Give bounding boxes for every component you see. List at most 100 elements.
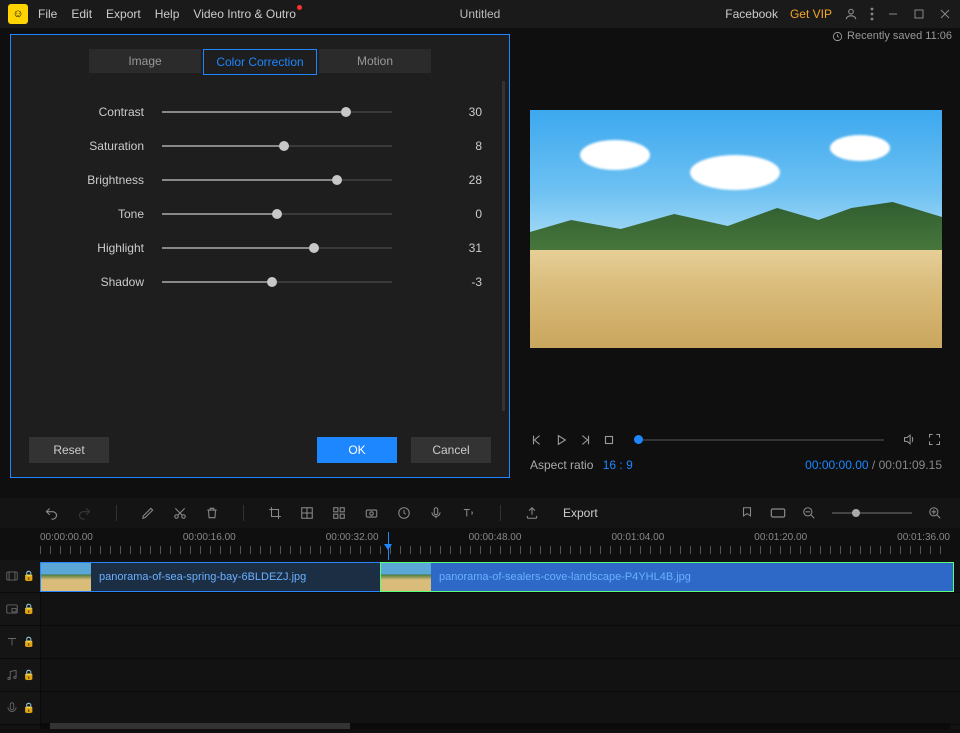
close-button[interactable] — [938, 7, 952, 21]
slider-track[interactable] — [162, 111, 392, 113]
slider-value: 8 — [422, 139, 482, 153]
zoom-slider[interactable] — [832, 512, 912, 514]
cut-icon[interactable] — [173, 506, 187, 520]
crop-icon[interactable] — [268, 506, 282, 520]
stop-button[interactable] — [602, 433, 616, 447]
text-to-speech-icon[interactable] — [461, 506, 476, 520]
ok-button[interactable]: OK — [317, 437, 397, 463]
export-icon[interactable] — [525, 506, 539, 520]
get-vip-link[interactable]: Get VIP — [790, 7, 832, 21]
lock-icon[interactable]: 🔒 — [23, 637, 35, 648]
color-correction-panel: Image Color Correction Motion Contrast 30… — [10, 34, 510, 478]
next-frame-button[interactable] — [578, 433, 592, 447]
clip-1[interactable]: panorama-of-sea-spring-bay-6BLDEZJ.jpg — [40, 562, 382, 592]
zoom-in-icon[interactable] — [928, 506, 942, 520]
slider-label: Contrast — [29, 105, 162, 119]
timeline-ruler[interactable]: 00:00:00.0000:00:16.0000:00:32.0000:00:4… — [40, 532, 950, 556]
menu-export[interactable]: Export — [106, 7, 141, 21]
tab-color-correction[interactable]: Color Correction — [203, 49, 317, 75]
slider-track[interactable] — [162, 281, 392, 283]
cancel-button[interactable]: Cancel — [411, 437, 491, 463]
video-track[interactable]: 🔒 panorama-of-sea-spring-bay-6BLDEZJ.jpg… — [0, 560, 960, 593]
slider-thumb[interactable] — [272, 209, 282, 219]
menu-intro-outro[interactable]: Video Intro & Outro — [193, 7, 296, 21]
clip-2[interactable]: panorama-of-sealers-cove-landscape-P4YHL… — [380, 562, 954, 592]
slider-thumb[interactable] — [309, 243, 319, 253]
clip-thumbnail — [41, 563, 91, 591]
slider-thumb[interactable] — [341, 107, 351, 117]
scrollbar-thumb[interactable] — [50, 723, 350, 729]
menu-file[interactable]: File — [38, 7, 57, 21]
slider-track[interactable] — [162, 213, 392, 215]
timeline-scrollbar[interactable] — [40, 723, 950, 729]
prev-frame-button[interactable] — [530, 433, 544, 447]
fullscreen-icon[interactable] — [927, 432, 942, 447]
top-right-controls: Facebook Get VIP — [725, 7, 952, 21]
audio-track[interactable]: 🔒 — [0, 659, 960, 692]
lock-icon[interactable]: 🔒 — [23, 670, 35, 681]
time-display: 00:00:00.00 / 00:01:09.15 — [805, 458, 942, 472]
marker-icon[interactable] — [740, 506, 754, 520]
camera-icon[interactable] — [364, 506, 379, 520]
voice-track-icon — [5, 701, 19, 715]
account-icon[interactable] — [844, 7, 858, 21]
minimize-button[interactable] — [886, 7, 900, 21]
notification-dot-icon — [297, 5, 302, 10]
slider-thumb[interactable] — [279, 141, 289, 151]
voice-track[interactable]: 🔒 — [0, 692, 960, 725]
fit-icon[interactable] — [770, 507, 786, 519]
reset-button[interactable]: Reset — [29, 437, 109, 463]
tab-image[interactable]: Image — [89, 49, 201, 73]
slider-label: Saturation — [29, 139, 162, 153]
undo-icon[interactable] — [44, 506, 59, 521]
slider-track[interactable] — [162, 145, 392, 147]
slider-track[interactable] — [162, 179, 392, 181]
edit-icon[interactable] — [141, 506, 155, 520]
lock-icon[interactable]: 🔒 — [23, 571, 35, 582]
zoom-thumb[interactable] — [852, 509, 860, 517]
panel-scrollbar[interactable] — [502, 81, 505, 411]
timeline-toolbar: Export — [0, 498, 960, 528]
pip-track[interactable]: 🔒 — [0, 593, 960, 626]
panel-buttons: Reset OK Cancel — [29, 437, 491, 463]
ruler-label: 00:00:32.00 — [326, 532, 379, 543]
slider-brightness: Brightness28 — [29, 173, 491, 187]
zoom-out-icon[interactable] — [802, 506, 816, 520]
cloud-icon — [830, 135, 890, 161]
volume-icon[interactable] — [902, 432, 917, 447]
grid-icon[interactable] — [332, 506, 346, 520]
slider-track[interactable] — [162, 247, 392, 249]
menu-edit[interactable]: Edit — [71, 7, 92, 21]
text-track[interactable]: 🔒 — [0, 626, 960, 659]
slider-label: Brightness — [29, 173, 162, 187]
aspect-ratio-value[interactable]: 16 : 9 — [603, 458, 633, 472]
voice-icon[interactable] — [429, 506, 443, 520]
slider-value: 30 — [422, 105, 482, 119]
tab-motion[interactable]: Motion — [319, 49, 431, 73]
app-logo: ☺ — [8, 4, 28, 24]
export-button[interactable]: Export — [563, 506, 598, 520]
progress-track[interactable] — [634, 439, 884, 441]
delete-icon[interactable] — [205, 506, 219, 520]
slider-label: Shadow — [29, 275, 162, 289]
lock-icon[interactable]: 🔒 — [23, 703, 35, 714]
slider-thumb[interactable] — [267, 277, 277, 287]
maximize-button[interactable] — [912, 7, 926, 21]
ruler-label: 00:01:04.00 — [611, 532, 664, 543]
redo-icon[interactable] — [77, 506, 92, 521]
cloud-icon — [690, 155, 780, 190]
clock-icon — [832, 31, 843, 42]
play-button[interactable] — [554, 433, 568, 447]
progress-thumb[interactable] — [634, 435, 643, 444]
speed-icon[interactable] — [397, 506, 411, 520]
menu-help[interactable]: Help — [155, 7, 180, 21]
ruler-label: 00:00:48.00 — [469, 532, 522, 543]
more-icon[interactable] — [870, 7, 874, 21]
facebook-link[interactable]: Facebook — [725, 7, 778, 21]
time-current: 00:00:00.00 — [805, 458, 868, 472]
slider-thumb[interactable] — [332, 175, 342, 185]
lock-icon[interactable]: 🔒 — [23, 604, 35, 615]
mosaic-icon[interactable] — [300, 506, 314, 520]
separator — [116, 505, 117, 521]
panel-tabs: Image Color Correction Motion — [89, 49, 491, 75]
